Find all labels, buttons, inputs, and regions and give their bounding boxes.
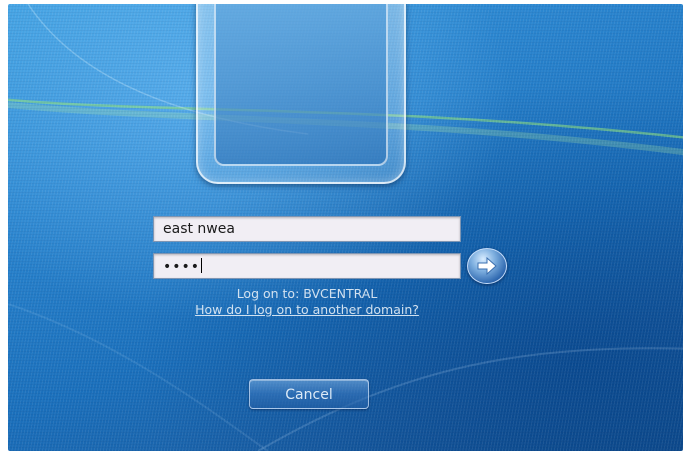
user-tile-frame[interactable] [196,4,406,184]
password-mask: •••• [163,259,201,275]
user-tile-picture [214,4,388,166]
cancel-button[interactable]: Cancel [249,379,369,409]
other-domain-help-link[interactable]: How do I log on to another domain? [153,302,461,317]
text-caret [201,258,203,273]
logon-domain-text: Log on to: BVCENTRAL [236,286,378,301]
username-input[interactable]: east nwea [153,216,461,242]
logon-screen: east nwea •••• Log on to: BVCENTRAL How … [8,4,683,451]
username-value: east nwea [163,221,235,237]
password-input[interactable]: •••• [153,253,461,279]
submit-arrow-button[interactable] [467,248,507,284]
arrow-right-icon [477,256,497,276]
